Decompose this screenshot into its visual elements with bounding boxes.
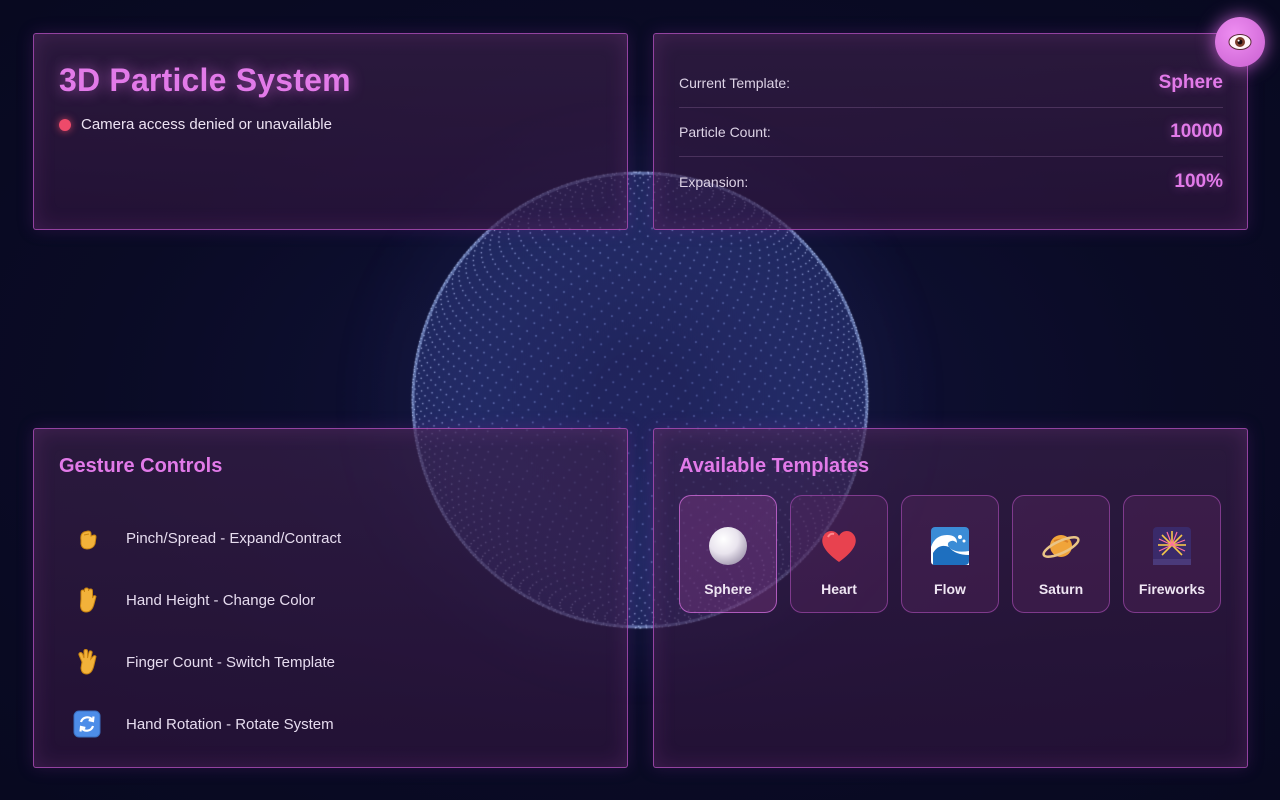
template-flow-button[interactable]: Flow [901,495,999,613]
app-stage: 3D Particle System Camera access denied … [0,0,1280,800]
current-template-value: Sphere [1158,72,1223,93]
list-item: Pinch/Spread - Expand/Contract [70,507,341,569]
pinch-hand-icon [70,521,104,555]
template-sphere-button[interactable]: Sphere [679,495,777,613]
toggle-ui-button[interactable] [1215,17,1265,67]
spread-fingers-icon [70,645,104,679]
list-item: Finger Count - Switch Template [70,631,341,693]
template-label: Heart [821,581,857,597]
gesture-text: Pinch/Spread - Expand/Contract [126,529,342,547]
template-saturn-button[interactable]: Saturn [1012,495,1110,613]
wave-icon [931,527,969,565]
gesture-controls-panel: Gesture Controls Pinch/Spread - Expand/C… [33,428,628,768]
particle-count-value: 10000 [1170,121,1223,142]
template-label: Saturn [1038,581,1084,597]
template-heart-button[interactable]: Heart [790,495,888,613]
list-item: Hand Rotation - Rotate System [70,693,341,755]
app-title: 3D Particle System [59,62,351,98]
eye-icon [1228,34,1252,50]
status-panel: 3D Particle System Camera access denied … [33,33,628,230]
template-label: Flow [934,581,966,597]
info-row-expansion: Expansion: 100% [679,157,1223,206]
camera-status: Camera access denied or unavailable [59,116,332,133]
heart-icon [822,530,856,562]
info-panel: Current Template: Sphere Particle Count:… [653,33,1248,230]
gesture-controls-title: Gesture Controls [59,455,223,477]
camera-status-text: Camera access denied or unavailable [81,116,332,133]
template-label: Fireworks [1138,581,1206,597]
info-label: Expansion: [679,173,749,190]
template-label: Sphere [704,581,752,597]
template-grid: Sphere Heart Flow Saturn Fireworks [679,495,1221,613]
template-fireworks-button[interactable]: Fireworks [1123,495,1221,613]
info-list: Current Template: Sphere Particle Count:… [679,59,1223,206]
gesture-text: Hand Height - Change Color [126,591,316,609]
gesture-text: Finger Count - Switch Template [126,653,335,671]
fireworks-icon [1153,527,1191,565]
info-label: Particle Count: [679,124,771,140]
status-dot-icon [59,118,71,131]
expansion-value: 100% [1174,170,1223,192]
templates-title: Available Templates [679,455,870,477]
sphere-icon [709,527,747,565]
list-item: Hand Height - Change Color [70,569,341,631]
saturn-icon [1042,535,1080,558]
rotate-arrows-icon [70,707,104,741]
gesture-text: Hand Rotation - Rotate System [126,715,334,733]
info-row-template: Current Template: Sphere [679,59,1223,108]
raised-hand-icon [70,583,104,617]
info-row-particle-count: Particle Count: 10000 [679,108,1223,157]
templates-panel: Available Templates Sphere Heart Flow Sa… [653,428,1248,768]
info-label: Current Template: [679,75,791,91]
gesture-list: Pinch/Spread - Expand/Contract Hand Heig… [70,507,341,755]
